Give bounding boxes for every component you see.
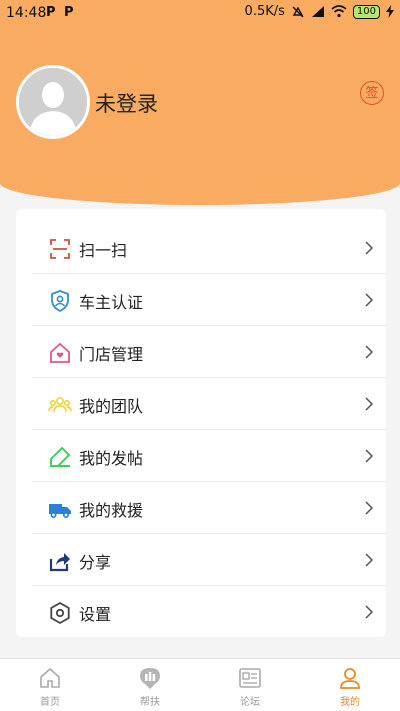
menu-item-label: 设置: [79, 605, 112, 624]
menu-item-settings[interactable]: 设置: [32, 587, 386, 638]
menu-card: 扫一扫 车主认证 门店管理 我的团队 我的发帖 我的救援 分享 设置: [16, 209, 386, 637]
network-speed: 0.5K/s: [244, 4, 285, 19]
app-notification-icon: P: [46, 5, 56, 20]
chevron-right-icon: [365, 397, 374, 411]
status-bar: 14:48 P P 0.5K/s 100: [0, 0, 400, 26]
tab-mine[interactable]: 我的: [300, 659, 400, 711]
sign-in-button[interactable]: 签: [360, 81, 384, 105]
menu-item-label: 我的发帖: [79, 449, 144, 468]
menu-item-label: 分享: [79, 553, 112, 572]
default-avatar-icon: [19, 68, 87, 136]
post-edit-icon: [50, 446, 71, 467]
tab-home[interactable]: 首页: [0, 659, 100, 711]
chevron-right-icon: [365, 449, 374, 463]
forum-icon: [239, 668, 261, 688]
chevron-right-icon: [365, 501, 374, 515]
mute-icon: [292, 6, 304, 17]
store-heart-icon: [50, 342, 70, 363]
wifi-icon: [331, 5, 347, 18]
app-notification-icon: P: [64, 5, 74, 20]
chevron-right-icon: [365, 345, 374, 359]
profile-icon: [340, 668, 360, 689]
share-icon: [49, 553, 70, 572]
team-icon: [48, 396, 72, 413]
menu-item-label: 车主认证: [79, 293, 144, 312]
chevron-right-icon: [365, 553, 374, 567]
menu-item-store[interactable]: 门店管理: [32, 327, 386, 378]
truck-icon: [49, 504, 71, 519]
menu-item-label: 扫一扫: [79, 241, 128, 260]
home-icon: [40, 667, 60, 688]
menu-item-owner-verify[interactable]: 车主认证: [32, 275, 386, 326]
profile-header: 14:48 P P 0.5K/s 100 未登录 签: [0, 0, 400, 205]
tab-forum[interactable]: 论坛: [200, 659, 300, 711]
tab-help[interactable]: 帮扶: [100, 659, 200, 711]
shield-user-icon: [51, 290, 69, 313]
battery-indicator: 100: [352, 4, 380, 19]
menu-item-label: 门店管理: [79, 345, 144, 364]
charging-icon: [386, 5, 394, 18]
menu-item-scan[interactable]: 扫一扫: [32, 223, 386, 274]
tab-label: 帮扶: [140, 697, 160, 708]
status-right: 0.5K/s 100: [245, 4, 394, 19]
tab-label: 我的: [340, 697, 360, 708]
menu-item-rescue[interactable]: 我的救援: [32, 483, 386, 534]
menu-item-posts[interactable]: 我的发帖: [32, 431, 386, 482]
tab-label: 论坛: [240, 697, 260, 708]
chevron-right-icon: [365, 293, 374, 307]
chevron-right-icon: [365, 605, 374, 619]
bottom-tab-bar: 首页 帮扶 论坛 我的: [0, 658, 400, 711]
status-time: 14:48: [6, 5, 47, 21]
settings-icon: [50, 601, 70, 625]
login-status[interactable]: 未登录: [95, 88, 158, 118]
signal-icon: [311, 6, 324, 17]
scan-icon: [50, 239, 70, 259]
chevron-right-icon: [365, 241, 374, 255]
menu-item-label: 我的团队: [79, 397, 144, 416]
tab-label: 首页: [40, 697, 60, 708]
avatar[interactable]: [16, 65, 90, 139]
menu-item-label: 我的救援: [79, 501, 144, 520]
menu-item-team[interactable]: 我的团队: [32, 379, 386, 430]
help-icon: [140, 668, 160, 689]
menu-item-share[interactable]: 分享: [32, 535, 386, 586]
